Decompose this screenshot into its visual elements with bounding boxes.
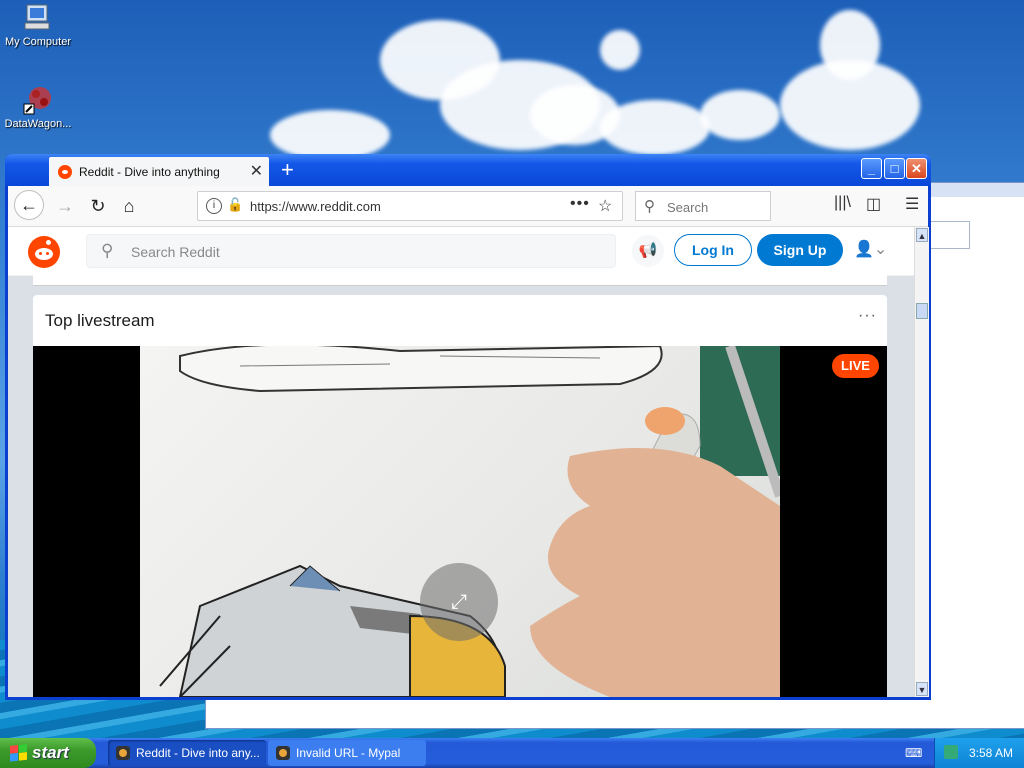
card-menu-icon[interactable]: ··· (858, 307, 877, 325)
page-scrollbar[interactable]: ▲ ▼ (914, 227, 929, 697)
mypal-icon (116, 746, 130, 760)
search-icon: ⚲ (101, 241, 114, 260)
login-button[interactable]: Log In (674, 234, 752, 266)
bookmark-star-icon[interactable]: ☆ (598, 196, 612, 216)
nav-toolbar: ← → ↻ ⌂ i 🔓 https://www.reddit.com ••• ☆… (8, 186, 928, 227)
video-frame (140, 346, 780, 697)
expand-icon[interactable]: ⤢ (420, 563, 498, 641)
close-button[interactable]: ✕ (906, 158, 927, 179)
title-bar[interactable]: Reddit - Dive into anything ✕ + _ □ ✕ (5, 154, 931, 186)
browser-search-input[interactable]: ⚲ Search (635, 191, 771, 221)
keyboard-icon[interactable]: ⌨ (905, 746, 922, 760)
reload-button[interactable]: ↻ (84, 192, 112, 220)
previous-card-edge (33, 275, 887, 286)
browser-window: Reddit - Dive into anything ✕ + _ □ ✕ ← … (5, 154, 931, 700)
new-tab-button[interactable]: + (281, 157, 294, 183)
top-livestream-card: Top livestream ··· LIVE ⤢ (33, 295, 887, 697)
desktop-icon-my-computer[interactable]: My Computer (0, 2, 78, 48)
desktop-icon-label: My Computer (4, 36, 72, 48)
tab-title: Reddit - Dive into anything (79, 165, 220, 179)
maximize-button[interactable]: □ (884, 158, 905, 179)
info-icon[interactable]: i (206, 198, 222, 214)
computer-icon (22, 2, 54, 34)
reddit-favicon-icon (58, 165, 72, 179)
url-bar[interactable]: i 🔓 https://www.reddit.com ••• ☆ (197, 191, 623, 221)
taskbar-item-invalid-url[interactable]: Invalid URL - Mypal (268, 740, 426, 766)
library-icon[interactable]: |||\ (834, 194, 851, 212)
menu-icon[interactable]: ☰ (905, 194, 919, 214)
reddit-search-placeholder: Search Reddit (131, 244, 220, 260)
signup-button[interactable]: Sign Up (757, 234, 843, 266)
scroll-down-icon[interactable]: ▼ (916, 682, 928, 696)
web-page: ⚲ Search Reddit 📢 Log In Sign Up 👤⌄ Top … (8, 227, 914, 697)
browser-search-placeholder: Search (667, 200, 709, 215)
back-button[interactable]: ← (14, 190, 44, 220)
reddit-header: ⚲ Search Reddit 📢 Log In Sign Up 👤⌄ (8, 227, 914, 276)
livestream-video[interactable]: LIVE ⤢ (33, 346, 887, 697)
advertise-megaphone-icon[interactable]: 📢 (632, 235, 664, 267)
desktop-icon-datawagon[interactable]: DataWagon... (0, 84, 78, 130)
start-button[interactable]: start (0, 738, 96, 768)
background-window-field[interactable] (928, 221, 970, 249)
taskbar-item-label: Invalid URL - Mypal (296, 746, 401, 760)
reddit-logo-icon[interactable] (28, 236, 60, 268)
tab-reddit[interactable]: Reddit - Dive into anything ✕ (49, 157, 269, 186)
sketch-drawing (159, 346, 780, 697)
scroll-thumb[interactable] (916, 303, 928, 319)
card-title: Top livestream (45, 311, 155, 330)
live-badge: LIVE (832, 354, 879, 378)
windows-logo-icon (10, 744, 27, 762)
url-text[interactable]: https://www.reddit.com (250, 199, 381, 214)
forward-button[interactable]: → (51, 192, 79, 220)
scroll-up-icon[interactable]: ▲ (916, 228, 928, 242)
user-menu-icon[interactable]: 👤⌄ (854, 239, 887, 259)
tab-close-icon[interactable]: ✕ (250, 161, 263, 181)
minimize-button[interactable]: _ (861, 158, 882, 179)
desktop-icon-label: DataWagon... (4, 118, 72, 130)
page-actions-icon[interactable]: ••• (570, 195, 590, 213)
home-button[interactable]: ⌂ (115, 192, 143, 220)
system-tray: 3:58 AM (934, 738, 1024, 768)
mypal-icon (276, 746, 290, 760)
network-icon[interactable] (944, 745, 958, 759)
datawagon-icon (22, 84, 54, 116)
clock[interactable]: 3:58 AM (969, 746, 1013, 760)
reddit-search-input[interactable]: ⚲ Search Reddit (86, 234, 616, 268)
taskbar-item-label: Reddit - Dive into any... (136, 746, 260, 760)
taskbar: start Reddit - Dive into any... Invalid … (0, 738, 1024, 768)
sidebar-icon[interactable]: ◫ (866, 194, 881, 214)
start-label: start (32, 743, 69, 762)
insecure-lock-icon[interactable]: 🔓 (227, 197, 243, 213)
search-icon: ⚲ (644, 198, 655, 215)
taskbar-item-reddit[interactable]: Reddit - Dive into any... (108, 740, 266, 766)
